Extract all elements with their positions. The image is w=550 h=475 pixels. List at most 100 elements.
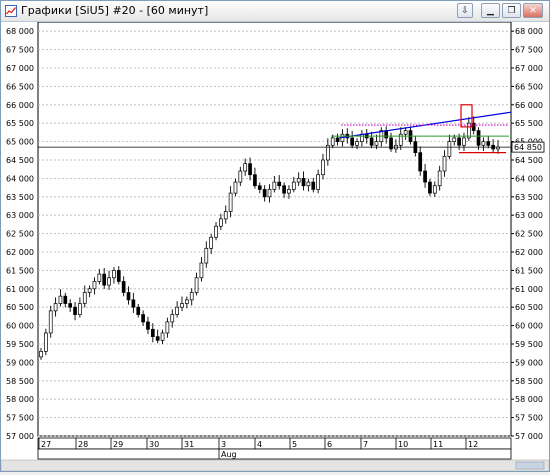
y-tick-label: 64 500 xyxy=(6,156,34,165)
y-tick-label-right: 57 000 xyxy=(515,432,543,441)
candle-body xyxy=(58,295,63,304)
candle-body xyxy=(248,163,252,176)
candle-body xyxy=(214,225,218,238)
candle-body xyxy=(223,211,228,220)
candle-body xyxy=(48,310,53,334)
candle-body xyxy=(301,178,306,187)
y-tick-label-right: 65 500 xyxy=(515,119,543,128)
y-tick-label: 65 000 xyxy=(6,138,34,147)
y-tick-label-right: 57 500 xyxy=(515,414,543,423)
y-tick-label: 66 000 xyxy=(6,101,34,110)
y-axis-left: 57 000 57 500 58 000 58 500 59 000 59 500 60 0… xyxy=(6,27,34,441)
x-day-label: 7 xyxy=(363,440,368,449)
candle-body xyxy=(321,159,325,176)
candle-body xyxy=(262,189,267,198)
y-tick-label: 62 500 xyxy=(6,230,34,239)
candle-body xyxy=(189,292,194,301)
candle-body xyxy=(243,163,248,172)
y-tick-label-right: 66 000 xyxy=(515,101,543,110)
y-tick-label-right: 67 500 xyxy=(515,46,543,55)
close-button[interactable]: ✕ xyxy=(523,3,543,18)
y-tick-label: 62 000 xyxy=(6,248,34,257)
candle-body xyxy=(257,185,262,190)
restore-icon: ❐ xyxy=(507,6,516,16)
candle-body xyxy=(311,181,316,190)
candle-body xyxy=(112,270,116,279)
y-tick-label-right: 62 000 xyxy=(515,248,543,257)
candle-body xyxy=(82,292,87,304)
candle-body xyxy=(107,277,111,286)
restore-button[interactable]: ❐ xyxy=(502,3,521,18)
candle-body xyxy=(272,181,277,190)
y-tick-label: 67 500 xyxy=(6,46,34,55)
horizontal-scrollbar xyxy=(0,459,550,472)
chart-window: Графики [SiU5] #20 - [60 минут] ⇩ ▁ ❐ ✕ … xyxy=(0,0,550,472)
y-tick-label: 67 000 xyxy=(6,64,34,73)
x-day-label: 12 xyxy=(468,440,478,449)
candle-body xyxy=(97,273,102,282)
candle-body xyxy=(238,170,243,183)
y-tick-label: 57 500 xyxy=(6,414,34,423)
x-day-label: 10 xyxy=(398,440,408,449)
candle-body xyxy=(432,185,437,194)
y-tick-label: 59 000 xyxy=(6,358,34,367)
candle-body xyxy=(73,306,77,315)
y-tick-label: 63 000 xyxy=(6,211,34,220)
pin-button[interactable]: ⇩ xyxy=(457,3,473,18)
y-tick-label-right: 59 000 xyxy=(515,358,543,367)
x-day-label: 6 xyxy=(327,440,332,449)
candle-body xyxy=(330,137,335,146)
candle-body xyxy=(369,137,374,146)
candle-body xyxy=(228,192,233,212)
y-tick-label: 57 000 xyxy=(6,432,34,441)
candle-body xyxy=(287,189,291,194)
x-day-label: 30 xyxy=(149,440,159,449)
x-day-label: 27 xyxy=(41,440,51,449)
y-tick-label: 60 500 xyxy=(6,303,34,312)
candle-body xyxy=(233,181,238,194)
candle-body xyxy=(374,141,379,146)
candle-body xyxy=(442,155,447,172)
plot-area[interactable] xyxy=(37,21,512,437)
candle-body xyxy=(141,314,145,323)
candle-body xyxy=(428,181,432,194)
candle-body xyxy=(136,306,141,315)
window-title: Графики [SiU5] #20 - [60 минут] xyxy=(21,4,209,17)
x-month-label: Aug xyxy=(221,450,237,459)
y-tick-label: 58 500 xyxy=(6,377,34,386)
candle-body xyxy=(403,130,408,135)
y-tick-label-right: 67 000 xyxy=(515,64,543,73)
candle-body xyxy=(92,281,97,290)
y-tick-label-right: 58 500 xyxy=(515,377,543,386)
title-bar[interactable]: Графики [SiU5] #20 - [60 минут] ⇩ ▁ ❐ ✕ xyxy=(1,1,549,22)
y-tick-label: 60 000 xyxy=(6,322,34,331)
price-chart[interactable]: 57 000 57 500 58 000 58 500 59 000 59 500 60 0… xyxy=(0,21,550,472)
candle-body xyxy=(296,178,301,183)
candle-body xyxy=(68,303,73,308)
x-day-label: 4 xyxy=(257,440,262,449)
candle-body xyxy=(384,130,389,139)
candle-body xyxy=(462,137,466,146)
candle-body xyxy=(209,236,214,249)
x-day-label: 28 xyxy=(78,440,88,449)
candle-body xyxy=(306,181,311,187)
y-tick-label-right: 68 000 xyxy=(515,27,543,36)
candle-body xyxy=(126,292,131,301)
y-tick-label-right: 63 000 xyxy=(515,211,543,220)
candle-body xyxy=(175,306,179,315)
candle-body xyxy=(165,321,170,334)
candle-body xyxy=(150,328,155,337)
y-tick-label-right: 64 000 xyxy=(515,174,543,183)
candle-body xyxy=(204,247,209,264)
candle-body xyxy=(131,299,136,308)
candle-body xyxy=(180,303,184,308)
candle-body xyxy=(447,141,452,157)
minimize-button[interactable]: ▁ xyxy=(481,3,500,18)
x-axis-month-row xyxy=(37,448,512,460)
candle-body xyxy=(486,141,491,146)
chart-svg[interactable]: 57 000 57 500 58 000 58 500 59 000 59 500 60 0… xyxy=(0,21,550,472)
y-tick-label: 63 500 xyxy=(6,193,34,202)
y-tick-label: 61 500 xyxy=(6,266,34,275)
candle-body xyxy=(194,277,199,293)
minimize-icon: ▁ xyxy=(487,6,494,16)
